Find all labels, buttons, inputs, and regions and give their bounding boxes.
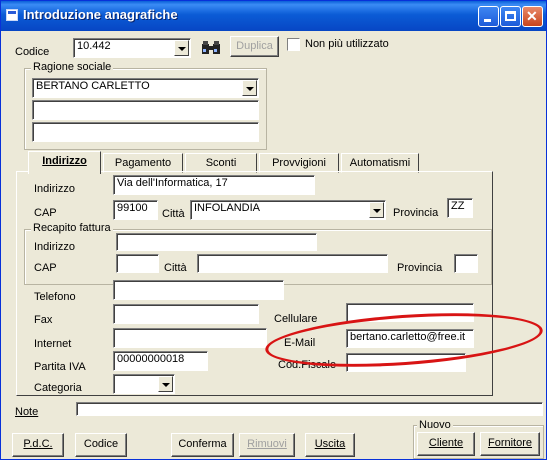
- categoria-combo[interactable]: [113, 374, 175, 394]
- codice-combo[interactable]: 10.442: [73, 38, 191, 58]
- cellulare-label: Cellulare: [274, 313, 318, 325]
- recapito-cap-label: CAP: [34, 262, 57, 274]
- binoculars-icon[interactable]: [200, 38, 222, 58]
- ragione-sociale-value: BERTANO CARLETTO: [36, 80, 150, 92]
- tab-sconti-label: Sconti: [205, 157, 237, 169]
- conferma-button-label: Conferma: [178, 438, 227, 450]
- codice-button-label: Codice: [83, 438, 119, 450]
- duplica-button[interactable]: Duplica: [230, 36, 279, 57]
- recapito-provincia-label: Provincia: [397, 262, 443, 274]
- uscita-button[interactable]: Uscita: [305, 433, 355, 457]
- minimize-button[interactable]: [478, 6, 499, 27]
- tab-indirizzo-label: Indirizzo: [42, 155, 87, 167]
- cap-input[interactable]: 99100: [113, 200, 158, 220]
- partita-iva-label: Partita IVA: [34, 361, 86, 373]
- window-icon: [6, 9, 18, 21]
- internet-input[interactable]: [113, 328, 267, 348]
- tab-provvigioni-label: Provvigioni: [272, 157, 326, 169]
- telefono-input[interactable]: [113, 280, 284, 300]
- ragione-sociale-combo[interactable]: BERTANO CARLETTO: [32, 78, 259, 98]
- cliente-button[interactable]: Cliente: [417, 432, 475, 456]
- tab-pagamento-label: Pagamento: [114, 157, 172, 169]
- partita-iva-input[interactable]: 00000000018: [113, 351, 208, 371]
- fax-label: Fax: [34, 314, 53, 326]
- chevron-down-icon[interactable]: [158, 376, 173, 392]
- citta-combo[interactable]: INFOLANDIA: [190, 200, 386, 220]
- close-icon: ✕: [526, 8, 538, 24]
- chevron-down-icon[interactable]: [242, 80, 257, 96]
- codice-button[interactable]: Codice: [75, 433, 127, 457]
- fax-input[interactable]: [113, 304, 259, 324]
- title-bar[interactable]: Introduzione anagrafiche ✕: [1, 1, 546, 31]
- telefono-label: Telefono: [34, 291, 76, 303]
- close-button[interactable]: ✕: [522, 6, 543, 27]
- pdc-button[interactable]: P.d.C.: [12, 433, 64, 457]
- cliente-button-label: Cliente: [428, 437, 464, 449]
- codice-value: 10.442: [77, 40, 111, 52]
- ragione-sociale-line3-input[interactable]: [32, 122, 259, 142]
- recapito-provincia-input[interactable]: [454, 254, 478, 273]
- provincia-label: Provincia: [393, 207, 439, 219]
- conferma-button[interactable]: Conferma: [171, 433, 234, 457]
- email-input[interactable]: bertano.carletto@free.it: [346, 329, 474, 348]
- maximize-button[interactable]: [500, 6, 521, 27]
- maximize-icon: [505, 11, 516, 21]
- chevron-down-icon[interactable]: [174, 40, 189, 56]
- rimuovi-button[interactable]: Rimuovi: [239, 433, 295, 457]
- recapito-indirizzo-input[interactable]: [116, 233, 317, 251]
- citta-label: Città: [162, 208, 185, 220]
- tab-automatismi-label: Automatismi: [349, 157, 411, 169]
- uscita-button-label: Uscita: [314, 438, 346, 450]
- recapito-cap-input[interactable]: [116, 254, 159, 273]
- codice-label: Codice: [15, 46, 50, 58]
- recapito-citta-input[interactable]: [197, 254, 388, 273]
- cod-fiscale-label: Cod.Fiscale: [278, 359, 337, 371]
- window-title: Introduzione anagrafiche: [23, 7, 178, 22]
- non-utilizzato-label: Non più utilizzato: [305, 38, 389, 50]
- categoria-label: Categoria: [34, 382, 82, 394]
- citta-value: INFOLANDIA: [194, 202, 261, 214]
- tab-sconti[interactable]: Sconti: [185, 153, 257, 173]
- tab-pagamento[interactable]: Pagamento: [103, 153, 183, 173]
- chevron-down-icon[interactable]: [369, 202, 384, 218]
- ragione-sociale-title: Ragione sociale: [31, 61, 114, 73]
- tab-provvigioni[interactable]: Provvigioni: [259, 153, 339, 173]
- cod-fiscale-input[interactable]: [346, 353, 466, 372]
- recapito-fattura-title: Recapito fattura: [31, 222, 113, 234]
- provincia-input[interactable]: ZZ: [447, 198, 473, 218]
- email-label: E-Mail: [284, 337, 316, 349]
- dialog-window: Introduzione anagrafiche ✕ Codice 10.442…: [0, 0, 547, 460]
- minimize-icon: [484, 19, 491, 22]
- note-input[interactable]: [76, 402, 543, 416]
- ragione-sociale-line2-input[interactable]: [32, 100, 259, 120]
- fornitore-button[interactable]: Fornitore: [480, 432, 540, 456]
- nuovo-title: Nuovo: [417, 419, 453, 431]
- recapito-citta-label: Città: [164, 262, 187, 274]
- tab-automatismi[interactable]: Automatismi: [341, 153, 419, 173]
- cellulare-input[interactable]: [346, 303, 474, 322]
- fornitore-button-label: Fornitore: [487, 437, 533, 449]
- indirizzo-input[interactable]: Via dell'Informatica, 17: [113, 175, 315, 195]
- note-label: Note: [15, 406, 39, 418]
- pdc-button-label: P.d.C.: [23, 438, 53, 450]
- recapito-indirizzo-label: Indirizzo: [34, 241, 75, 253]
- non-utilizzato-checkbox[interactable]: [287, 38, 300, 51]
- rimuovi-button-label: Rimuovi: [247, 438, 287, 450]
- indirizzo-label: Indirizzo: [34, 183, 75, 195]
- tab-indirizzo[interactable]: Indirizzo: [28, 151, 101, 174]
- cap-label: CAP: [34, 207, 57, 219]
- internet-label: Internet: [34, 338, 72, 350]
